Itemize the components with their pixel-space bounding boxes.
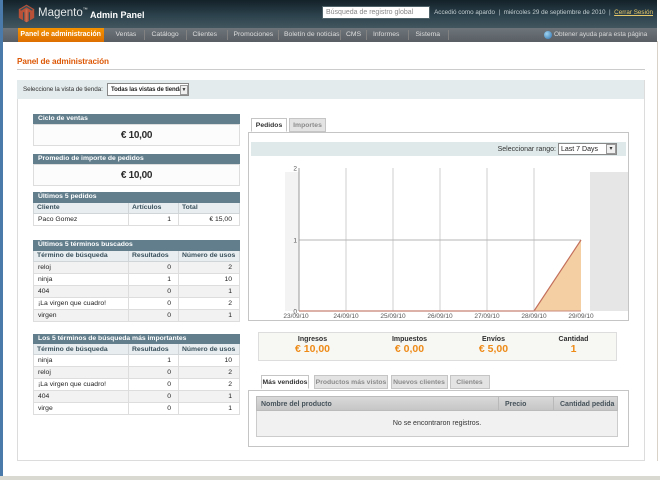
svg-text:24/09/10: 24/09/10 bbox=[333, 313, 359, 320]
svg-text:2: 2 bbox=[293, 166, 297, 173]
svg-text:28/09/10: 28/09/10 bbox=[521, 313, 547, 320]
svg-text:27/09/10: 27/09/10 bbox=[474, 313, 500, 320]
svg-text:23/09/10: 23/09/10 bbox=[283, 313, 309, 320]
svg-text:25/09/10: 25/09/10 bbox=[380, 313, 406, 320]
svg-text:1: 1 bbox=[293, 238, 297, 245]
svg-text:29/09/10: 29/09/10 bbox=[568, 313, 594, 320]
svg-text:26/09/10: 26/09/10 bbox=[427, 313, 453, 320]
